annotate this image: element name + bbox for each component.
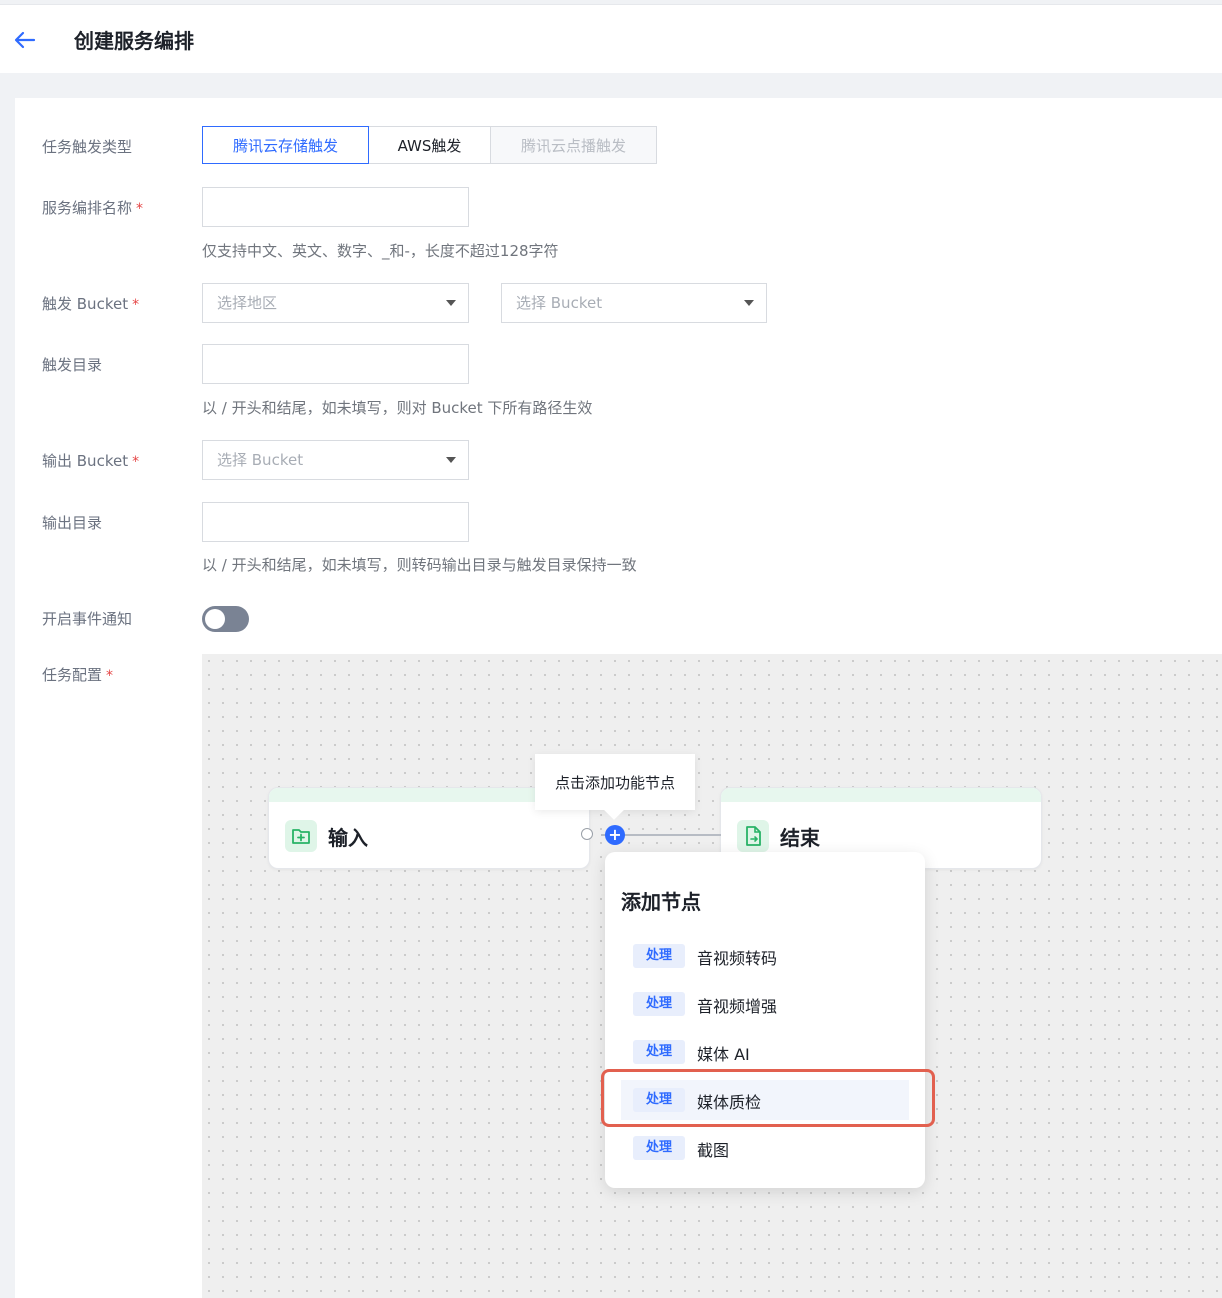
trigger-dir-hint: 以 / 开头和结尾，如未填写，则对 Bucket 下所有路径生效 [202,399,593,417]
folder-plus-icon [285,820,317,852]
chevron-down-icon [744,300,754,306]
output-dir-hint: 以 / 开头和结尾，如未填写，则转码输出目录与触发目录保持一致 [202,556,637,574]
trigger-option-aws[interactable]: AWS触发 [368,126,491,164]
menu-item-av-enhance[interactable]: 处理 音视频增强 [621,984,909,1024]
add-node-plus-button[interactable]: + [605,825,625,845]
menu-item-av-transcode[interactable]: 处理 音视频转码 [621,936,909,976]
event-notify-toggle[interactable] [202,606,249,632]
trigger-dir-label: 触发目录 [42,356,103,374]
highlight-annotation-box [601,1069,935,1127]
tooltip-arrow [604,800,624,820]
trigger-bucket-select[interactable]: 选择 Bucket [501,283,767,323]
menu-item-label: 媒体 AI [697,1045,750,1064]
add-node-tooltip: 点击添加功能节点 [535,754,695,820]
trigger-bucket-label: 触发 Bucket * [42,295,140,313]
process-tag: 处理 [633,1136,685,1160]
service-name-input[interactable] [202,187,469,227]
add-node-menu-title: 添加节点 [621,890,701,914]
process-tag: 处理 [633,992,685,1016]
process-tag: 处理 [633,1040,685,1064]
add-node-menu: 添加节点 处理 音视频转码 处理 音视频增强 处理 媒体 AI 处理 媒体质检 … [605,852,925,1188]
service-name-label: 服务编排名称 * [42,199,144,217]
menu-item-label: 音视频转码 [697,949,778,968]
output-bucket-label: 输出 Bucket * [42,452,140,470]
page-title: 创建服务编排 [74,29,194,53]
workflow-canvas[interactable]: 输入 结束 + 点击添加功能节点 添加节点 处理 音视频转码 处理 音视频增强 [202,654,1222,1298]
back-arrow-icon[interactable] [12,27,38,53]
output-port[interactable] [581,828,593,840]
menu-item-label: 音视频增强 [697,997,778,1016]
menu-item-label: 截图 [697,1141,730,1160]
trigger-type-label: 任务触发类型 [42,138,133,156]
top-bar: 创建服务编排 [0,4,1222,73]
trigger-option-tencent-vod: 腾讯云点播触发 [490,126,657,164]
menu-item-snapshot[interactable]: 处理 截图 [621,1128,909,1168]
chevron-down-icon [446,457,456,463]
process-tag: 处理 [633,944,685,968]
trigger-dir-input[interactable] [202,344,469,384]
task-config-label: 任务配置 * [42,666,114,684]
output-dir-input[interactable] [202,502,469,542]
node-header-band [721,788,1041,802]
menu-item-media-ai[interactable]: 处理 媒体 AI [621,1032,909,1072]
end-node-label: 结束 [780,826,820,850]
output-bucket-select[interactable]: 选择 Bucket [202,440,469,480]
file-export-icon [737,820,769,852]
output-dir-label: 输出目录 [42,514,103,532]
trigger-type-segmented: 腾讯云存储触发 AWS触发 腾讯云点播触发 [202,126,657,164]
toggle-knob [205,609,225,629]
region-select[interactable]: 选择地区 [202,283,469,323]
trigger-option-tencent-cos[interactable]: 腾讯云存储触发 [202,126,369,164]
service-name-hint: 仅支持中文、英文、数字、_和-，长度不超过128字符 [202,242,559,260]
event-notify-label: 开启事件通知 [42,610,133,628]
chevron-down-icon [446,300,456,306]
input-node-label: 输入 [328,826,368,850]
